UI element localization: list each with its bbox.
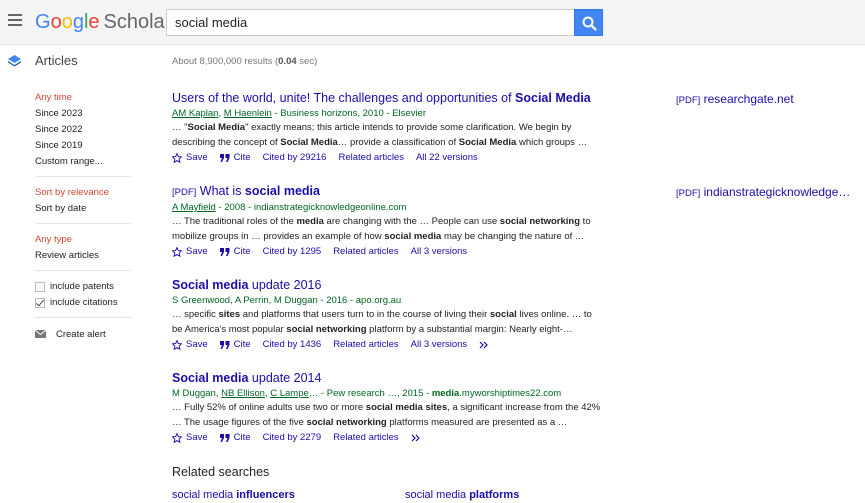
result-authors: AM Kaplan, M Haenlein - Business horizon… — [172, 108, 427, 119]
related-searches-title: Related searches — [172, 465, 270, 479]
search-input[interactable] — [166, 9, 575, 36]
result-title-link[interactable]: Social media update 2014 — [172, 371, 602, 386]
save-button[interactable]: Save — [172, 151, 208, 165]
include-citations-label: include citations — [50, 297, 118, 308]
include-patents-checkbox[interactable] — [35, 282, 45, 292]
result-snippet: … The traditional roles of the media are… — [172, 216, 591, 242]
cited-by-link[interactable]: Cited by 1436 — [263, 338, 322, 352]
quote-icon — [219, 154, 230, 162]
author-link[interactable]: C Lampe — [270, 388, 309, 399]
include-patents-option[interactable]: include patents — [35, 279, 131, 295]
since-2023-filter[interactable]: Since 2023 — [35, 106, 131, 122]
cite-button[interactable]: Cite — [219, 151, 251, 165]
related-search-link[interactable]: social media platforms — [405, 489, 519, 501]
result-actions: Save Cite Cited by 2279 Related articles — [172, 431, 602, 445]
all-versions-link[interactable]: All 3 versions — [411, 245, 468, 259]
top-bar: Google Scholar — [0, 0, 865, 45]
result-stats: About 8,900,000 results (0.04 sec) — [172, 56, 318, 67]
menu-icon[interactable] — [8, 14, 22, 26]
pdf-side-link[interactable]: [PDF] indianstrategicknowledge… — [676, 185, 850, 199]
quote-icon — [219, 341, 230, 349]
since-2022-filter[interactable]: Since 2022 — [35, 122, 131, 138]
related-search-link[interactable]: social media influencers — [172, 489, 295, 501]
sort-by-date[interactable]: Sort by date — [35, 201, 131, 217]
include-patents-label: include patents — [50, 281, 114, 292]
result-authors: M Duggan, NB Ellison, C Lampe… - Pew res… — [172, 388, 562, 399]
result-title-link[interactable]: [PDF] What is social media — [172, 184, 602, 200]
save-button[interactable]: Save — [172, 245, 208, 259]
quote-icon — [219, 434, 230, 442]
author-link[interactable]: NB Ellison — [221, 388, 265, 399]
sub-header: Articles About 8,900,000 results (0.04 s… — [0, 46, 865, 74]
result-actions: Save Cite Cited by 1295 Related articles… — [172, 245, 602, 259]
result-actions: Save Cite Cited by 1436 Related articles… — [172, 338, 602, 352]
more-chevron-icon[interactable] — [479, 341, 493, 349]
author-link[interactable]: AM Kaplan — [172, 108, 218, 119]
more-chevron-icon[interactable] — [411, 434, 425, 442]
star-icon — [172, 247, 182, 257]
sort-by-relevance[interactable]: Sort by relevance — [35, 185, 131, 201]
sort-filter: Sort by relevance Sort by date — [35, 185, 131, 224]
cite-button[interactable]: Cite — [219, 431, 251, 445]
any-time-filter[interactable]: Any time — [35, 90, 131, 106]
review-articles-filter[interactable]: Review articles — [35, 248, 131, 264]
time-filter: Any time Since 2023 Since 2022 Since 201… — [35, 90, 131, 177]
cite-button[interactable]: Cite — [219, 338, 251, 352]
cite-button[interactable]: Cite — [219, 245, 251, 259]
all-versions-link[interactable]: All 22 versions — [416, 151, 478, 165]
search-result: Social media update 2014 M Duggan, NB El… — [172, 371, 602, 445]
star-icon — [172, 153, 182, 163]
author-link[interactable]: M Haenlein — [224, 108, 272, 119]
articles-label: Articles — [35, 53, 78, 68]
search-result: Users of the world, unite! The challenge… — [172, 91, 602, 165]
type-filter: Any type Review articles — [35, 232, 131, 271]
include-options: include patents include citations — [35, 279, 131, 318]
search-button[interactable] — [574, 9, 603, 36]
result-authors: A Mayfield - 2008 - indianstrategicknowl… — [172, 202, 407, 213]
result-authors: S Greenwood, A Perrin, M Duggan - 2016 -… — [172, 295, 402, 306]
save-button[interactable]: Save — [172, 338, 208, 352]
star-icon — [172, 433, 182, 443]
cited-by-link[interactable]: Cited by 29216 — [263, 151, 327, 165]
result-snippet: … Fully 52% of online adults use two or … — [172, 402, 601, 428]
result-title-link[interactable]: Social media update 2016 — [172, 278, 602, 293]
include-citations-option[interactable]: include citations — [35, 295, 131, 311]
author-link[interactable]: A Mayfield — [172, 202, 216, 213]
related-articles-link[interactable]: Related articles — [333, 245, 398, 259]
result-snippet: … specific sites and platforms that user… — [172, 309, 592, 335]
google-scholar-logo[interactable]: Google Scholar — [35, 11, 171, 33]
related-articles-link[interactable]: Related articles — [333, 338, 398, 352]
related-articles-link[interactable]: Related articles — [333, 431, 398, 445]
result-title-link[interactable]: Users of the world, unite! The challenge… — [172, 91, 602, 106]
search-icon — [582, 16, 597, 31]
all-versions-link[interactable]: All 3 versions — [411, 338, 468, 352]
sidebar: Any time Since 2023 Since 2022 Since 201… — [35, 90, 131, 342]
custom-range-filter[interactable]: Custom range... — [35, 154, 131, 170]
create-alert-label: Create alert — [56, 328, 106, 340]
articles-icon — [8, 55, 21, 67]
search-result: [PDF] What is social media A Mayfield - … — [172, 184, 602, 259]
search-result: Social media update 2016 S Greenwood, A … — [172, 278, 602, 352]
pdf-side-link[interactable]: [PDF] researchgate.net — [676, 92, 794, 106]
include-citations-checkbox[interactable] — [35, 298, 45, 308]
since-2019-filter[interactable]: Since 2019 — [35, 138, 131, 154]
save-button[interactable]: Save — [172, 431, 208, 445]
envelope-icon — [35, 330, 46, 338]
create-alert-button[interactable]: Create alert — [35, 326, 131, 342]
related-articles-link[interactable]: Related articles — [338, 151, 403, 165]
quote-icon — [219, 248, 230, 256]
cited-by-link[interactable]: Cited by 2279 — [263, 431, 322, 445]
cited-by-link[interactable]: Cited by 1295 — [263, 245, 322, 259]
star-icon — [172, 340, 182, 350]
any-type-filter[interactable]: Any type — [35, 232, 131, 248]
result-actions: Save Cite Cited by 29216 Related article… — [172, 151, 602, 165]
result-snippet: … "Social Media" exactly means; this art… — [172, 122, 588, 148]
